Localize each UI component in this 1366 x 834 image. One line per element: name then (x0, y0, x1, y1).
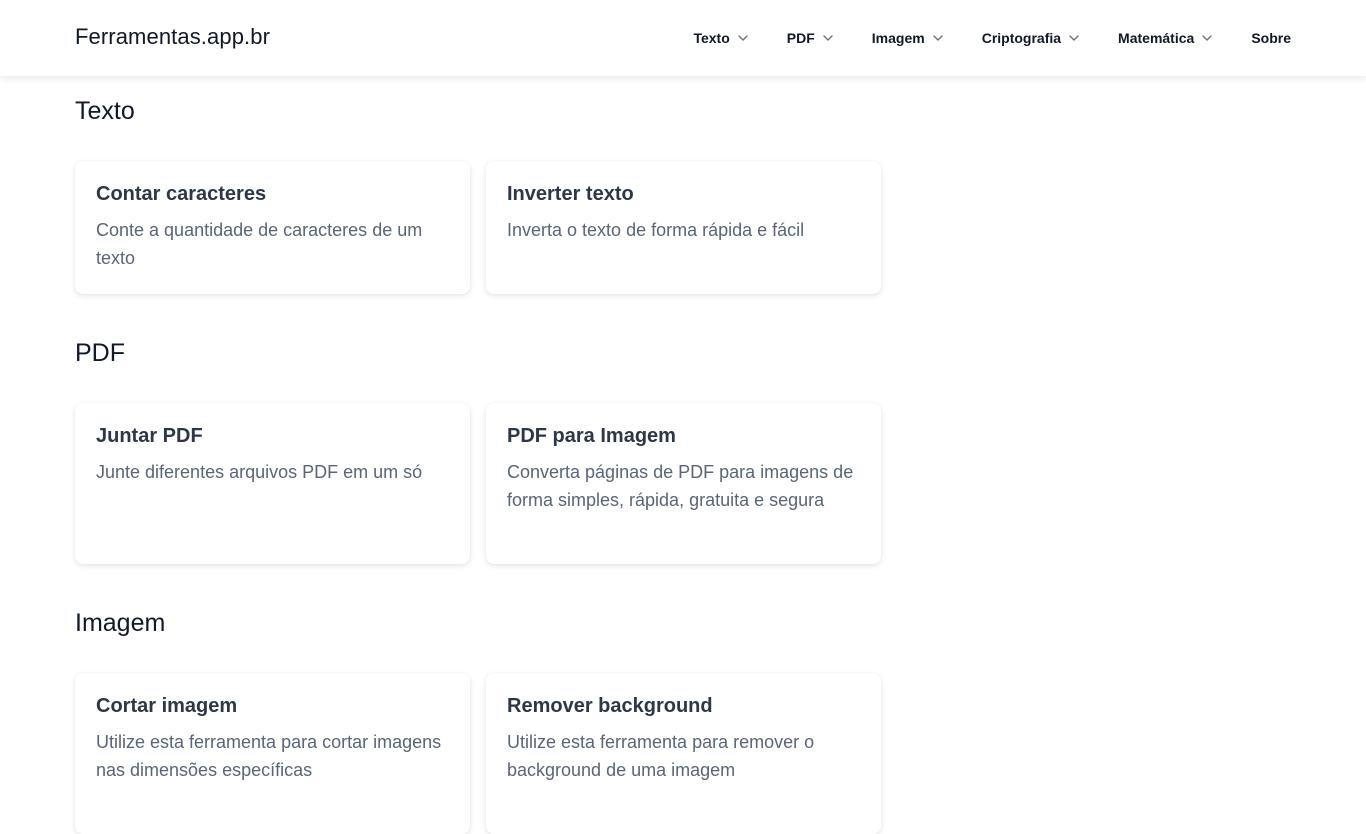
chevron-down-icon (822, 32, 834, 44)
card-description: Conte a quantidade de caracteres de um t… (96, 220, 423, 268)
tool-card-contar-caracteres[interactable]: Contar caracteres Conte a quantidade de … (75, 161, 470, 294)
nav-item-label: Criptografia (981, 30, 1062, 46)
card-description: Junte diferentes arquivos PDF em um só (96, 462, 423, 482)
card-description: Inverta o texto de forma rápida e fácil (507, 220, 805, 240)
section-title-imagem: Imagem (75, 609, 166, 637)
main-nav: Texto PDF Imagem Criptografia Matemática… (693, 0, 1291, 76)
tool-card-remover-background[interactable]: Remover background Utilize esta ferramen… (486, 673, 881, 834)
card-description: Utilize esta ferramenta para remover o b… (507, 732, 815, 780)
card-title: Contar caracteres (96, 183, 267, 205)
nav-item-pdf[interactable]: PDF (787, 30, 834, 46)
chevron-down-icon (1201, 32, 1213, 44)
nav-item-texto[interactable]: Texto (693, 30, 748, 46)
tool-card-juntar-pdf[interactable]: Juntar PDF Junte diferentes arquivos PDF… (75, 403, 470, 564)
site-header: Ferramentas.app.br Texto PDF Imagem Crip… (0, 0, 1366, 76)
card-title: Inverter texto (507, 183, 634, 205)
card-description: Converta páginas de PDF para imagens de … (507, 462, 854, 510)
tool-card-pdf-para-imagem[interactable]: PDF para Imagem Converta páginas de PDF … (486, 403, 881, 564)
chevron-down-icon (932, 32, 944, 44)
nav-item-label: Sobre (1251, 30, 1291, 46)
nav-item-imagem[interactable]: Imagem (872, 30, 944, 46)
section-title-pdf: PDF (75, 339, 125, 367)
nav-item-label: PDF (786, 30, 815, 46)
brand-logo-link[interactable]: Ferramentas.app.br (75, 24, 270, 50)
nav-item-sobre[interactable]: Sobre (1251, 30, 1291, 46)
card-title: Cortar imagem (96, 695, 238, 717)
nav-item-label: Imagem (871, 30, 925, 46)
tool-card-cortar-imagem[interactable]: Cortar imagem Utilize esta ferramenta pa… (75, 673, 470, 834)
section-title-texto: Texto (75, 97, 135, 125)
card-title: Juntar PDF (96, 425, 203, 447)
card-description: Utilize esta ferramenta para cortar imag… (96, 732, 442, 780)
nav-item-criptografia[interactable]: Criptografia (982, 30, 1080, 46)
nav-item-matematica[interactable]: Matemática (1118, 30, 1213, 46)
tool-card-inverter-texto[interactable]: Inverter texto Inverta o texto de forma … (486, 161, 881, 294)
card-title: PDF para Imagem (507, 425, 676, 447)
card-title: Remover background (507, 695, 713, 717)
chevron-down-icon (1068, 32, 1080, 44)
nav-item-label: Texto (693, 30, 730, 46)
chevron-down-icon (737, 32, 749, 44)
nav-item-label: Matemática (1118, 30, 1195, 46)
